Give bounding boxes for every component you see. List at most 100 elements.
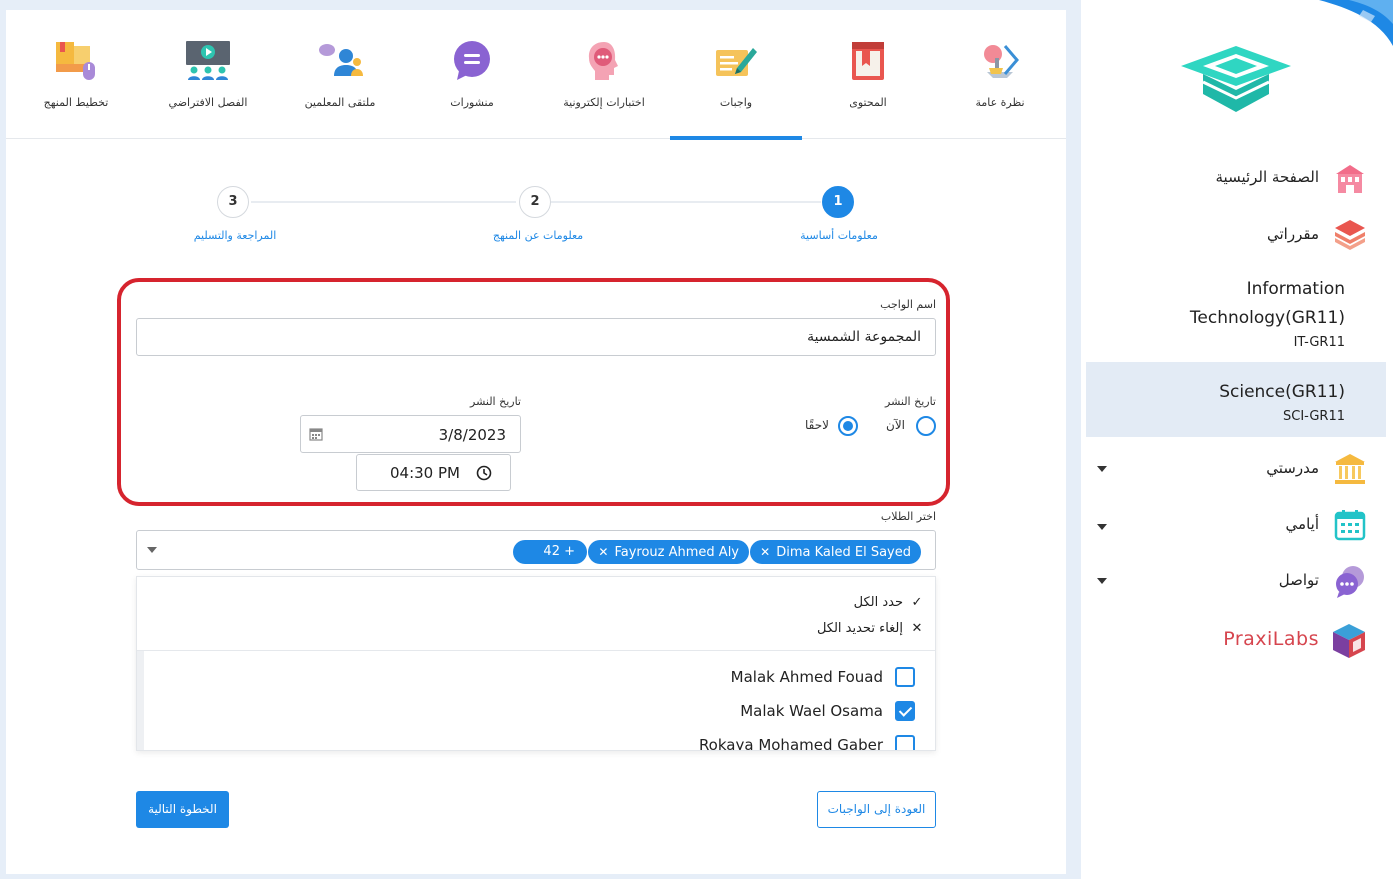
list-scroll-strip bbox=[137, 651, 144, 750]
student-option[interactable]: Rokaya Mohamed Gaber bbox=[145, 728, 935, 750]
student-name: Malak Wael Osama bbox=[740, 702, 883, 720]
tab-label: واجبات bbox=[719, 96, 753, 109]
tab-virtual-class[interactable]: الفصل الافتراضي bbox=[142, 10, 274, 139]
content-book-icon bbox=[852, 42, 884, 80]
tab-curriculum-planning[interactable]: تخطيط المنهج bbox=[10, 10, 142, 139]
publish-now-label: الآن bbox=[886, 418, 905, 432]
publish-date-label: تاريخ النشر bbox=[470, 395, 521, 408]
chat-bubbles-icon bbox=[1336, 566, 1364, 598]
student-checkbox[interactable] bbox=[895, 667, 915, 687]
deselect-all-action[interactable]: ✕ إلغاء تحديد الكل bbox=[817, 621, 925, 636]
chip-label: Dima Kaled El Sayed bbox=[776, 545, 911, 560]
divider bbox=[137, 650, 935, 651]
student-option[interactable]: Malak Ahmed Fouad bbox=[145, 660, 935, 694]
publish-later-radio[interactable] bbox=[838, 416, 858, 436]
sidebar-item-home[interactable]: الصفحة الرئيسية bbox=[1081, 160, 1393, 200]
check-icon: ✓ bbox=[911, 595, 923, 610]
sidebar: الصفحة الرئيسية مقرراتي Information Tech… bbox=[1081, 0, 1393, 879]
sidebar-item-communication[interactable]: تواصل bbox=[1081, 562, 1393, 602]
chevron-down-icon[interactable] bbox=[147, 547, 157, 553]
praxilabs-cube-icon bbox=[1333, 624, 1365, 658]
back-to-assignments-button[interactable]: العودة إلى الواجبات bbox=[817, 791, 936, 828]
sidebar-item-label: تواصل bbox=[1278, 571, 1319, 589]
overview-icon bbox=[984, 45, 1019, 78]
deselect-all-label: إلغاء تحديد الكل bbox=[816, 621, 903, 636]
publish-later-label: لاحقًا bbox=[805, 418, 829, 432]
sidebar-item-my-school[interactable]: مدرستي bbox=[1081, 450, 1393, 490]
course-item-it[interactable]: Information Technology(GR11) IT-GR11 bbox=[1086, 275, 1386, 355]
step-2-label: معلومات عن المنهج bbox=[492, 229, 584, 242]
sidebar-item-my-days[interactable]: أيامي bbox=[1081, 506, 1393, 546]
sidebar-item-my-courses[interactable]: مقرراتي bbox=[1081, 217, 1393, 257]
student-checkbox[interactable] bbox=[895, 701, 915, 721]
assignment-name-label: اسم الواجب bbox=[880, 298, 936, 311]
publish-time-value: 04:30 PM bbox=[390, 464, 460, 482]
clock-icon bbox=[476, 465, 492, 481]
sidebar-item-label: أيامي bbox=[1285, 515, 1319, 533]
publish-date-value: 3/8/2023 bbox=[438, 426, 506, 444]
tab-content[interactable]: المحتوى bbox=[802, 10, 934, 139]
select-all-action[interactable]: ✓ حدد الكل bbox=[854, 595, 925, 610]
student-chip[interactable]: ✕ Fayrouz Ahmed Aly bbox=[588, 540, 749, 564]
chevron-down-icon[interactable] bbox=[1097, 578, 1107, 584]
publish-now-radio[interactable] bbox=[916, 416, 936, 436]
remove-chip-icon[interactable]: ✕ bbox=[760, 540, 770, 564]
course-tabs: نظرة عامة المحتوى واجبات اختبارات إلكترو… bbox=[6, 10, 1066, 140]
tab-label: الفصل الافتراضي bbox=[168, 96, 248, 109]
teachers-forum-icon bbox=[319, 44, 363, 76]
sidebar-item-label: مدرستي bbox=[1266, 459, 1319, 477]
tab-label: ملتقى المعلمين bbox=[304, 96, 376, 109]
tab-e-tests[interactable]: اختبارات إلكترونية bbox=[538, 10, 670, 139]
assignments-icon bbox=[716, 48, 757, 76]
publish-mode-label: تاريخ النشر bbox=[885, 395, 936, 408]
student-option[interactable]: Malak Wael Osama bbox=[145, 694, 935, 728]
calendar-icon bbox=[1334, 510, 1366, 541]
school-building-icon bbox=[1335, 454, 1365, 484]
praxilabs-label[interactable]: PraxiLabs bbox=[1223, 628, 1319, 650]
main-panel: نظرة عامة المحتوى واجبات اختبارات إلكترو… bbox=[6, 10, 1066, 874]
stepper-line bbox=[551, 201, 821, 203]
select-all-label: حدد الكل bbox=[853, 595, 903, 610]
students-select[interactable]: ✕ Dima Kaled El Sayed ✕ Fayrouz Ahmed Aly … bbox=[136, 530, 936, 570]
course-title: Information bbox=[1246, 279, 1345, 299]
assignment-name-input[interactable]: المجموعة الشمسية bbox=[136, 318, 936, 356]
chevron-down-icon[interactable] bbox=[1097, 524, 1107, 530]
tab-posts[interactable]: منشورات bbox=[406, 10, 538, 139]
corner-decoration-icon bbox=[1319, 0, 1393, 46]
tab-assignments[interactable]: واجبات bbox=[670, 10, 802, 140]
chevron-down-icon[interactable] bbox=[1097, 466, 1107, 472]
chip-label: Fayrouz Ahmed Aly bbox=[614, 545, 739, 560]
school-logo bbox=[1181, 46, 1291, 112]
tab-label: اختبارات إلكترونية bbox=[563, 96, 645, 109]
course-title: Science(GR11) bbox=[1219, 382, 1345, 402]
virtual-class-icon bbox=[186, 41, 230, 80]
remove-chip-icon[interactable]: ✕ bbox=[598, 540, 608, 564]
next-step-button[interactable]: الخطوة التالية bbox=[136, 791, 229, 828]
student-name: Malak Ahmed Fouad bbox=[730, 668, 883, 686]
student-chip[interactable]: ✕ Dima Kaled El Sayed bbox=[750, 540, 921, 564]
calendar-icon bbox=[309, 428, 323, 441]
tab-label: نظرة عامة bbox=[975, 96, 1025, 109]
publish-time-input[interactable]: 04:30 PM bbox=[356, 454, 511, 491]
curriculum-planning-icon bbox=[56, 42, 95, 80]
step-1-circle[interactable]: 1 bbox=[822, 186, 854, 218]
tab-label: تخطيط المنهج bbox=[43, 96, 109, 109]
step-1-label: معلومات أساسية bbox=[800, 229, 878, 242]
e-tests-icon bbox=[588, 42, 618, 80]
tab-teachers-forum[interactable]: ملتقى المعلمين bbox=[274, 10, 406, 139]
sidebar-item-label: الصفحة الرئيسية bbox=[1215, 168, 1320, 186]
home-icon bbox=[1336, 165, 1364, 193]
course-title: Technology(GR11) bbox=[1189, 308, 1345, 328]
step-2-circle[interactable]: 2 bbox=[519, 186, 551, 218]
tab-label: المحتوى bbox=[849, 96, 887, 109]
step-3-circle[interactable]: 3 bbox=[217, 186, 249, 218]
publish-date-input[interactable]: 3/8/2023 bbox=[300, 415, 521, 453]
students-dropdown: ✓ حدد الكل ✕ إلغاء تحديد الكل Malak Ahmed … bbox=[136, 576, 936, 751]
sidebar-item-label: مقرراتي bbox=[1267, 225, 1319, 243]
more-students-chip[interactable]: 42 + bbox=[513, 540, 587, 564]
stepper-line bbox=[251, 201, 516, 203]
tab-overview[interactable]: نظرة عامة bbox=[934, 10, 1066, 139]
step-3-label: المراجعة والتسليم bbox=[193, 229, 277, 242]
course-item-science[interactable]: Science(GR11) SCI-GR11 bbox=[1086, 362, 1386, 437]
student-checkbox[interactable] bbox=[895, 735, 915, 750]
